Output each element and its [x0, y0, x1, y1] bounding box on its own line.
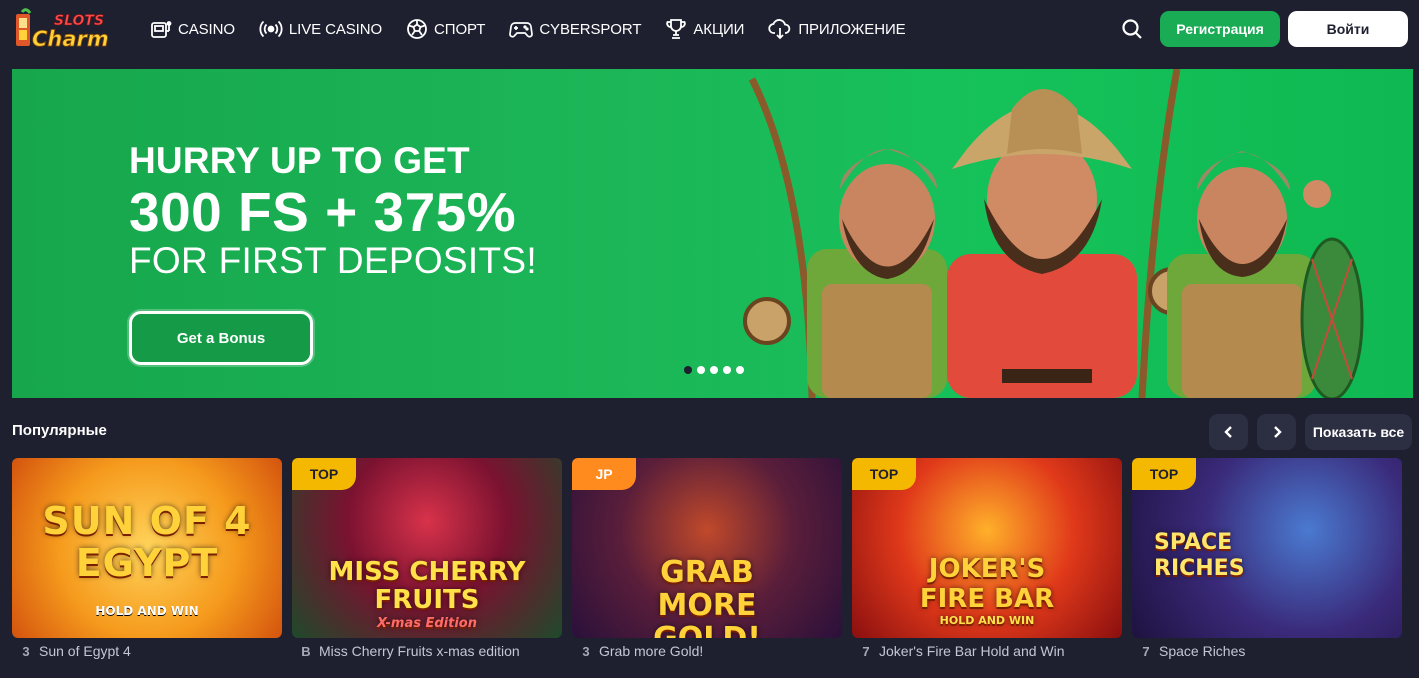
game-thumbnail[interactable]: JP GRAB MORE GOLD! — [572, 458, 842, 638]
pagination-dot[interactable] — [710, 366, 718, 374]
fishermen-illustration — [743, 69, 1364, 398]
chevron-right-icon — [1273, 426, 1282, 438]
show-all-button[interactable]: Показать все — [1305, 414, 1412, 450]
banner-headline: HURRY UP TO GET 300 FS + 375% FOR FIRST … — [129, 141, 537, 283]
search-button[interactable] — [1120, 17, 1144, 41]
game-card[interactable]: SUN OF 4 EGYPT HOLD AND WIN 3 Sun of Egy… — [12, 458, 282, 659]
broadcast-icon — [259, 20, 283, 38]
nav-app[interactable]: ПРИЛОЖЕНИЕ — [768, 18, 906, 40]
game-title[interactable]: Grab more Gold! — [599, 643, 703, 659]
thumbnail-title: GRAB MORE GOLD! — [653, 555, 761, 638]
provider-icon: B — [301, 643, 311, 659]
nav-live-casino[interactable]: LIVE CASINO — [259, 18, 382, 40]
nav-cybersport[interactable]: CYBERSPORT — [509, 18, 642, 40]
game-thumbnail[interactable]: TOP SPACE RICHES — [1132, 458, 1402, 638]
game-card[interactable]: TOP JOKER'S FIRE BAR HOLD AND WIN 7 Joke… — [852, 458, 1122, 659]
promo-banner[interactable]: HURRY UP TO GET 300 FS + 375% FOR FIRST … — [12, 69, 1413, 398]
nav-sport[interactable]: СПОРТ — [406, 18, 485, 40]
login-button[interactable]: Войти — [1288, 11, 1408, 47]
nav-label: АКЦИИ — [693, 20, 745, 38]
provider-icon: 7 — [1142, 643, 1150, 659]
site-header: SLOTS Charm CASINO LIVE CASINO СПОРТ CYB… — [0, 0, 1419, 58]
nav-label: LIVE CASINO — [288, 20, 383, 38]
soccer-ball-icon — [407, 19, 427, 39]
pagination-dot[interactable] — [723, 366, 731, 374]
cloud-download-icon — [768, 19, 791, 40]
banner-pagination — [684, 366, 749, 374]
pagination-dot[interactable] — [697, 366, 705, 374]
provider-icon: 7 — [862, 643, 870, 659]
game-meta: 7 Space Riches — [1132, 643, 1402, 659]
top-badge: TOP — [1132, 458, 1196, 490]
game-thumbnail[interactable]: TOP JOKER'S FIRE BAR HOLD AND WIN — [852, 458, 1122, 638]
top-badge: TOP — [292, 458, 356, 490]
carousel-prev-button[interactable] — [1209, 414, 1248, 450]
game-thumbnail[interactable]: SUN OF 4 EGYPT HOLD AND WIN — [12, 458, 282, 638]
main-nav: CASINO LIVE CASINO СПОРТ CYBERSPORT АКЦИ… — [150, 16, 930, 42]
search-icon — [1122, 19, 1142, 39]
thumbnail-subtitle: X-mas Edition — [377, 616, 477, 631]
get-bonus-button[interactable]: Get a Bonus — [129, 311, 313, 365]
game-meta: 3 Grab more Gold! — [572, 643, 842, 659]
thumbnail-title: JOKER'S FIRE BAR — [919, 554, 1055, 614]
game-title[interactable]: Joker's Fire Bar Hold and Win — [879, 643, 1065, 659]
nav-label: СПОРТ — [434, 20, 486, 38]
game-meta: 3 Sun of Egypt 4 — [12, 643, 282, 659]
banner-line-1: HURRY UP TO GET — [129, 140, 470, 181]
nav-label: CYBERSPORT — [539, 20, 642, 38]
slots-charm-logo[interactable]: SLOTS Charm — [14, 8, 114, 50]
game-title[interactable]: Space Riches — [1159, 643, 1245, 659]
carousel-next-button[interactable] — [1257, 414, 1296, 450]
provider-icon: 3 — [22, 643, 30, 659]
slot-machine-icon — [151, 21, 172, 38]
register-button[interactable]: Регистрация — [1160, 11, 1280, 47]
pagination-dot[interactable] — [736, 366, 744, 374]
game-meta: B Miss Cherry Fruits x-mas edition — [292, 643, 562, 659]
pagination-dot[interactable] — [684, 366, 692, 374]
nav-label: CASINO — [178, 20, 235, 38]
game-thumbnail[interactable]: TOP MISS CHERRY FRUITS X-mas Edition — [292, 458, 562, 638]
gamepad-icon — [509, 22, 534, 38]
nav-label: ПРИЛОЖЕНИЕ — [798, 20, 906, 38]
provider-icon: 3 — [582, 643, 590, 659]
game-title[interactable]: Sun of Egypt 4 — [39, 643, 131, 659]
trophy-icon — [666, 19, 687, 39]
popular-games-row: SUN OF 4 EGYPT HOLD AND WIN 3 Sun of Egy… — [12, 458, 1412, 659]
game-title[interactable]: Miss Cherry Fruits x-mas edition — [319, 643, 520, 659]
game-card[interactable]: TOP MISS CHERRY FRUITS X-mas Edition B M… — [292, 458, 562, 659]
top-badge: TOP — [852, 458, 916, 490]
banner-line-2: 300 FS + 375% — [129, 181, 517, 243]
game-card[interactable]: JP GRAB MORE GOLD! 3 Grab more Gold! — [572, 458, 842, 659]
svg-text:Charm: Charm — [32, 27, 109, 50]
popular-section-title: Популярные — [12, 422, 107, 439]
thumbnail-subtitle: HOLD AND WIN — [939, 614, 1035, 627]
banner-line-3: FOR FIRST DEPOSITS! — [129, 240, 537, 281]
game-meta: 7 Joker's Fire Bar Hold and Win — [852, 643, 1122, 659]
jackpot-badge: JP — [572, 458, 636, 490]
nav-promotions[interactable]: АКЦИИ — [665, 18, 744, 40]
chevron-left-icon — [1223, 426, 1232, 438]
thumbnail-title: SPACE RICHES — [1154, 530, 1245, 581]
thumbnail-title: SUN OF 4 EGYPT — [42, 499, 252, 585]
thumbnail-title: MISS CHERRY FRUITS — [328, 557, 526, 615]
thumbnail-subtitle: HOLD AND WIN — [95, 604, 199, 618]
game-card[interactable]: TOP SPACE RICHES 7 Space Riches — [1132, 458, 1402, 659]
nav-casino[interactable]: CASINO — [150, 18, 235, 40]
